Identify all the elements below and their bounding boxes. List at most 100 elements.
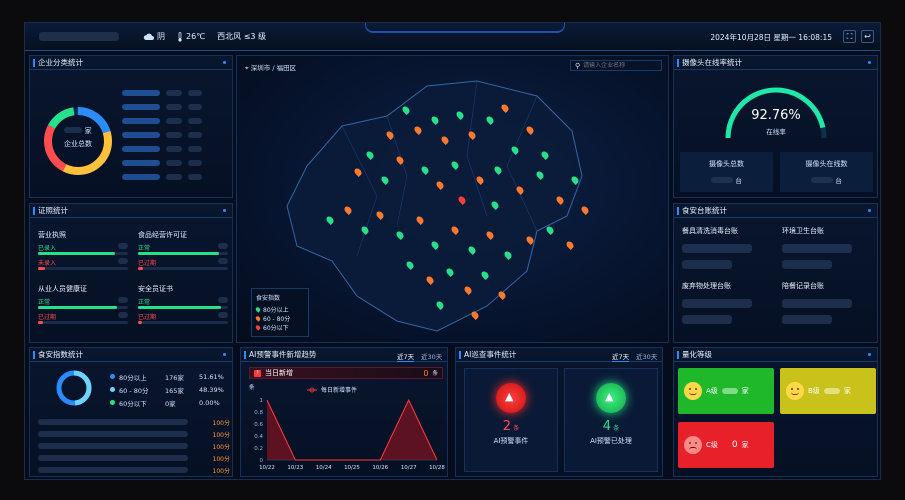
y-tick-label: 0 [260,458,264,464]
license-ok-fill [38,252,115,255]
done-count-row: 4 条 [565,419,657,434]
ai-trend-title-text: AI预警事件新增趋势 [249,350,317,359]
enterprise-total-value [64,127,83,133]
map-legend-item[interactable]: 80分以上 [254,305,304,314]
license-label: 营业执照 [38,231,66,239]
license-item[interactable]: 安全员证书 正常 已过期 [138,284,228,324]
grade-b-card[interactable]: B级 家 [780,368,876,414]
license-bad-bar [138,267,228,270]
trend-legend[interactable]: 每日新增事件 [307,386,357,394]
ledger-item-label: 陪餐记录台账 [782,282,824,290]
ledger-item-label: 废弃物处理台账 [682,282,731,290]
legend-row[interactable] [122,170,227,184]
wind-text: 西北风 ≤3 级 [217,32,267,41]
safety-row[interactable]: 80分以上 176家 51.61% [110,370,230,383]
score-row[interactable]: 100分 [38,428,230,440]
today-new-count: 0 [423,368,429,378]
ledger-item[interactable]: 废弃物处理台账 [682,281,774,326]
legend-dot-icon [110,387,115,392]
license-item[interactable]: 营业执照 已录入 未录入 [38,230,128,270]
ledger-grid: 餐具清洗消毒台账 环境卫生台账 废弃物处理台账 陪餐记录台账 [682,226,874,326]
legend-dot-icon [110,374,115,379]
smile-face-icon [786,382,804,400]
x-tick-label: 10/23 [287,465,303,471]
ai-trend-chart[interactable]: 每日新增事件 1 0.8 0.6 0.4 0.2 010/22 10/23 10/24 10/2… [245,384,445,474]
legend-row[interactable] [122,156,227,170]
grade-a-unit: 家 [741,387,749,395]
back-icon: ↩ [864,32,871,41]
today-new-label: 当日新增 [265,369,293,377]
grade-b-unit: 家 [843,387,851,395]
map-breadcrumb[interactable]: ⌖ 深圳市 / 福田区 [245,62,296,73]
ai-done-card[interactable]: ▲ 4 条 AI预警已处理 [564,368,658,472]
legend-row[interactable] [122,142,227,156]
brand-name [39,32,119,41]
safety-title-text: 食安指数统计 [38,350,83,359]
today-new-unit: 条 [432,371,438,377]
license-label: 安全员证书 [138,285,173,293]
safety-row-label: 60分以下 [119,399,147,408]
tab-30days[interactable]: 近30天 [636,351,657,361]
camera-panel: 摄像头在线率统计 92.76% 在线率 摄像头总数 台 摄像头在线数 台 [673,55,878,198]
trend-legend-text: 每日新增事件 [321,386,357,394]
grade-a-count [721,388,738,394]
camera-total-value: 台 [680,175,773,185]
legend-row[interactable] [122,128,227,142]
grade-a-card[interactable]: A级 家 [678,368,774,414]
license-bad-label: 未录入 [38,260,57,267]
score-row[interactable]: 100分 [38,440,230,452]
ai-warn-card[interactable]: ▲ 2 条 AI预警事件 [464,368,558,472]
license-item[interactable]: 从业人员健康证 正常 已过期 [38,284,128,324]
license-panel: 证照统计 营业执照 已录入 未录入 食品经营许可证 正常 已过期 从业人员健康证… [29,203,233,343]
x-tick-label: 10/27 [401,465,417,471]
score-row[interactable]: 100分 [38,464,230,476]
map-legend-label: 80分以上 [263,307,289,314]
ledger-item[interactable]: 餐具清洗消毒台账 [682,226,774,271]
map-search-input[interactable] [583,62,660,69]
map-search[interactable]: ⚲ [570,60,662,71]
y-tick-label: 0.8 [254,410,263,416]
datetime: 2024年10月28日 星期一 16:08:15 [710,33,832,42]
cloud-icon [143,33,154,40]
ledger-item[interactable]: 陪餐记录台账 [782,281,874,326]
temperature-item: 26℃ [177,31,205,42]
warn-label: AI预警事件 [493,437,529,445]
back-button[interactable]: ↩ [861,30,874,43]
tab-7days[interactable]: 近7天 [612,351,630,362]
safety-ring-chart[interactable] [54,368,94,408]
score-row[interactable]: 100分 [38,416,230,428]
safety-row-label: 60 - 80分 [119,386,149,395]
license-bad-row: 未录入 [38,258,128,267]
tab-7days[interactable]: 近7天 [397,351,415,362]
grade-c-card[interactable]: C级 0 家 [678,422,774,468]
safety-row[interactable]: 60分以下 0家 0.00% [110,396,230,409]
panel-dot-icon [223,353,226,356]
safety-row-count: 165家 [165,386,184,395]
score-value: 100分 [212,443,230,451]
legend-row[interactable] [122,114,227,128]
fullscreen-button[interactable]: ⛶ [843,30,856,43]
map-panel[interactable]: ⌖ 深圳市 / 福田区 ⚲ 请输入企业名称 食安指数 80分以上 60 - 80… [236,55,669,343]
score-list: 100分 100分 100分 100分 100分 [38,416,230,476]
camera-online-card[interactable]: 摄像头在线数 台 [780,152,873,192]
camera-total-label: 摄像头总数 [709,160,744,168]
camera-total-card[interactable]: 摄像头总数 台 [680,152,773,192]
legend-row[interactable] [122,100,227,114]
map-legend-item[interactable]: 60分以下 [254,323,304,332]
legend-dot-icon [110,400,115,405]
panel-dot-icon [868,209,871,212]
license-title-text: 证照统计 [38,206,68,215]
map-legend-item[interactable]: 60 - 80分 [254,314,304,323]
legend-row[interactable] [122,86,227,100]
tab-30days[interactable]: 近30天 [421,351,442,361]
license-bad-bar [38,321,128,324]
camera-title-text: 摄像头在线率统计 [682,58,742,67]
safety-row[interactable]: 60 - 80分 165家 48.39% [110,383,230,396]
done-count: 4 [602,419,612,434]
license-ok-row: 正常 [38,297,128,306]
ledger-item[interactable]: 环境卫生台账 [782,226,874,271]
safety-title: 食安指数统计 [30,348,232,362]
license-item[interactable]: 食品经营许可证 正常 已过期 [138,230,228,270]
score-row[interactable]: 100分 [38,452,230,464]
license-ok-fill [138,252,219,255]
